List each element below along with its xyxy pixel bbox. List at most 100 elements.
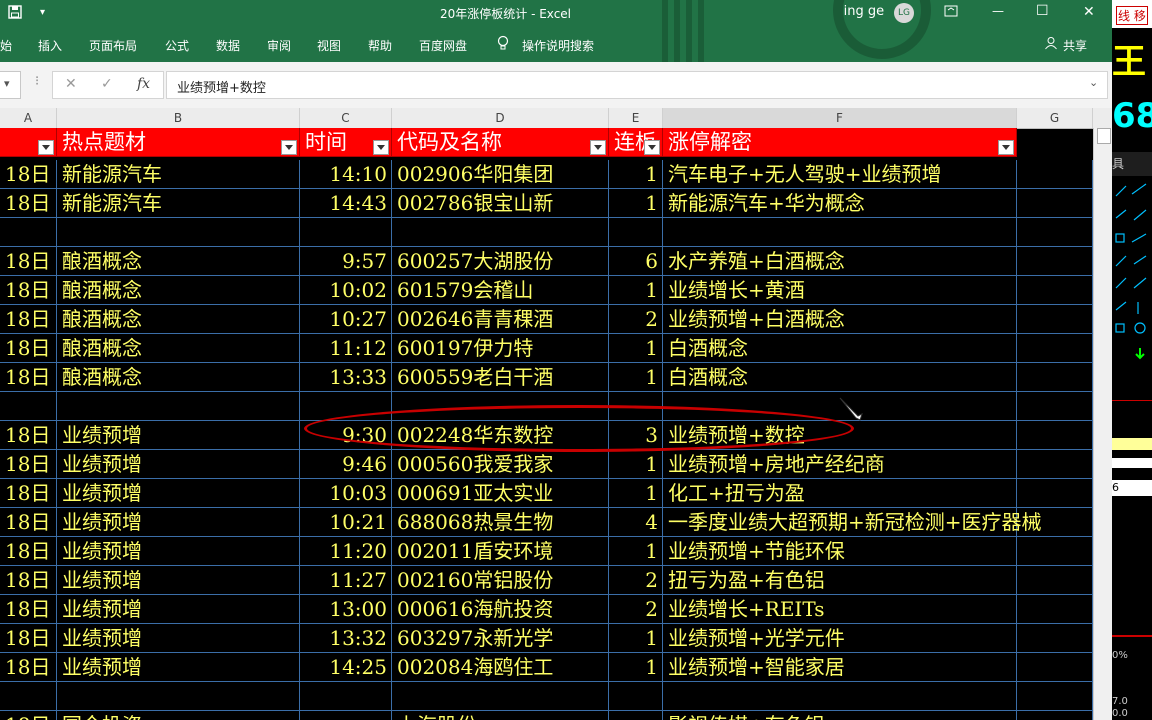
header-cell-date[interactable] [0, 128, 57, 157]
cell-date[interactable]: 18日 [0, 160, 57, 189]
cell-code-name[interactable]: 601579会稽山 [392, 276, 609, 305]
drawing-tools-icon[interactable] [1112, 180, 1152, 400]
cell-streak[interactable]: 2 [609, 595, 663, 624]
cell-date[interactable]: 18日 [0, 189, 57, 218]
cell-topic[interactable]: 业绩预增 [57, 479, 300, 508]
cell-time[interactable]: 9:46 [300, 450, 392, 479]
cell-topic[interactable]: 业绩预增 [57, 624, 300, 653]
cell-empty[interactable] [1017, 363, 1093, 392]
expand-formula-bar-icon[interactable]: ⌄ [1089, 76, 1098, 89]
cell-time[interactable] [300, 392, 392, 421]
cell-streak[interactable] [609, 711, 663, 720]
header-cell-time[interactable]: 时间 [300, 128, 392, 157]
cell-time[interactable] [300, 711, 392, 720]
cell-time[interactable]: 13:33 [300, 363, 392, 392]
vertical-scrollbar[interactable] [1093, 128, 1112, 720]
filter-dropdown-icon[interactable] [38, 140, 54, 155]
share-button[interactable]: 共享 [1063, 37, 1087, 54]
cell-code-name[interactable]: 002084海鸥住工 [392, 653, 609, 682]
cell-date[interactable]: 18日 [0, 247, 57, 276]
tab-insert[interactable]: 插入 [38, 37, 62, 54]
cell-empty[interactable] [1017, 682, 1093, 711]
cell-streak[interactable]: 1 [609, 537, 663, 566]
cell-code-name[interactable] [392, 682, 609, 711]
cell-streak[interactable]: 1 [609, 160, 663, 189]
column-header-a[interactable]: A [0, 108, 57, 128]
cell-topic[interactable]: 新能源汽车 [57, 160, 300, 189]
cell-topic[interactable]: 业绩预增 [57, 537, 300, 566]
header-cell-topic[interactable]: 热点题材 [57, 128, 300, 157]
cell-time[interactable]: 10:03 [300, 479, 392, 508]
cell-topic[interactable] [57, 392, 300, 421]
cell-time[interactable]: 10:27 [300, 305, 392, 334]
cell-topic[interactable]: 业绩预增 [57, 508, 300, 537]
cell-streak[interactable]: 1 [609, 479, 663, 508]
cell-streak[interactable]: 6 [609, 247, 663, 276]
cell-code-name[interactable]: 603297永新光学 [392, 624, 609, 653]
cell-code-name[interactable]: 000560我爱我家 [392, 450, 609, 479]
header-cell-code-name[interactable]: 代码及名称 [392, 128, 609, 157]
cell-limit-up-reason[interactable]: 业绩预增+节能环保 [663, 537, 1017, 566]
avatar[interactable]: LG [894, 3, 914, 23]
cell-limit-up-reason[interactable]: 白酒概念 [663, 363, 1017, 392]
save-icon[interactable] [8, 5, 22, 22]
cell-empty[interactable] [1017, 479, 1093, 508]
cell-topic[interactable]: 国企投资 [57, 711, 300, 720]
tell-me-search[interactable]: 操作说明搜索 [522, 37, 594, 54]
cell-streak[interactable]: 1 [609, 653, 663, 682]
cell-limit-up-reason[interactable]: 白酒概念 [663, 334, 1017, 363]
filter-dropdown-icon[interactable] [281, 140, 297, 155]
cell-empty[interactable] [1017, 566, 1093, 595]
cell-limit-up-reason[interactable]: 业绩预增+白酒概念 [663, 305, 1017, 334]
cell-date[interactable]: 18日 [0, 305, 57, 334]
cell-time[interactable]: 9:30 [300, 421, 392, 450]
close-button[interactable]: ✕ [1083, 4, 1095, 20]
cell-streak[interactable]: 1 [609, 363, 663, 392]
cell-empty[interactable] [1017, 537, 1093, 566]
cell-streak[interactable]: 2 [609, 566, 663, 595]
tab-help[interactable]: 帮助 [368, 37, 392, 54]
cell-date[interactable]: 18日 [0, 334, 57, 363]
cell-topic[interactable]: 业绩预增 [57, 653, 300, 682]
filter-dropdown-icon[interactable] [644, 140, 660, 155]
cell-date[interactable]: 18日 [0, 566, 57, 595]
cell-limit-up-reason[interactable]: 水产养殖+白酒概念 [663, 247, 1017, 276]
column-header-g[interactable]: G [1017, 108, 1093, 128]
cell-time[interactable]: 11:12 [300, 334, 392, 363]
cell-code-name[interactable]: 600197伊力特 [392, 334, 609, 363]
cell-topic[interactable]: 酿酒概念 [57, 334, 300, 363]
cell-streak[interactable] [609, 682, 663, 711]
cell-streak[interactable]: 3 [609, 421, 663, 450]
cell-limit-up-reason[interactable]: 汽车电子+无人驾驶+业绩预增 [663, 160, 1017, 189]
cell-streak[interactable]: 1 [609, 189, 663, 218]
column-header-d[interactable]: D [392, 108, 609, 128]
cell-topic[interactable] [57, 218, 300, 247]
customize-toolbar-icon[interactable]: ▾ [40, 7, 45, 18]
chevron-down-icon[interactable]: ▾ [4, 77, 10, 90]
cell-time[interactable]: 9:57 [300, 247, 392, 276]
cell-time[interactable]: 13:32 [300, 624, 392, 653]
cell-streak[interactable]: 4 [609, 508, 663, 537]
cell-date[interactable]: 18日 [0, 537, 57, 566]
cell-empty[interactable] [1017, 305, 1093, 334]
cell-limit-up-reason[interactable]: 一季度业绩大超预期+新冠检测+医疗器械 [663, 508, 1042, 537]
cell-code-name[interactable]: 000691亚太实业 [392, 479, 609, 508]
cell-streak[interactable] [609, 218, 663, 247]
cell-empty[interactable] [1017, 508, 1093, 537]
cell-date[interactable]: 18日 [0, 653, 57, 682]
cell-topic[interactable]: 酿酒概念 [57, 305, 300, 334]
cell-empty[interactable] [1017, 711, 1093, 720]
cell-empty[interactable] [1017, 160, 1093, 189]
cell-time[interactable]: 11:27 [300, 566, 392, 595]
name-box[interactable]: ▾ [0, 71, 21, 99]
column-header-f[interactable]: F [663, 108, 1017, 128]
column-header-c[interactable]: C [300, 108, 392, 128]
cell-limit-up-reason[interactable]: 业绩增长+黄酒 [663, 276, 1017, 305]
cell-topic[interactable]: 业绩预增 [57, 566, 300, 595]
cell-topic[interactable]: 业绩预增 [57, 421, 300, 450]
cell-code-name[interactable]: 688068热景生物 [392, 508, 609, 537]
cell-date[interactable] [0, 682, 57, 711]
cell-topic[interactable]: 业绩预增 [57, 595, 300, 624]
ribbon-display-options-icon[interactable] [944, 4, 958, 21]
cell-limit-up-reason[interactable]: 影视传媒+有色铝 [663, 711, 1017, 720]
